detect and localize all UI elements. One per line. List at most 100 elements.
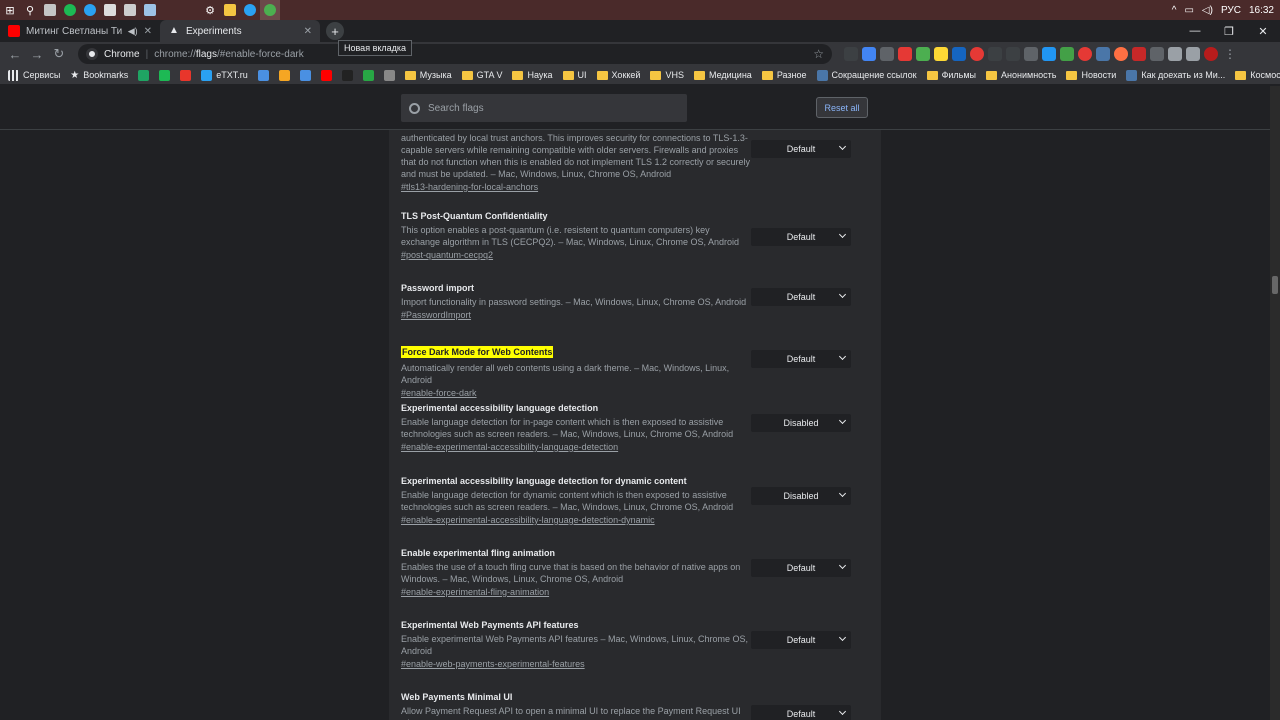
extension-icon[interactable] [970,47,984,61]
bookmark-item[interactable]: GTA V [461,70,502,80]
bookmark-item[interactable]: Сокращение ссылок [816,69,917,81]
extension-icon[interactable] [1150,47,1164,61]
flag-state-select[interactable]: Default [751,631,851,649]
speaker-icon[interactable]: ◁) [1202,5,1213,16]
address-bar[interactable]: Chrome | chrome://flags/#enable-force-da… [78,44,832,64]
translate-icon[interactable] [862,47,876,61]
app-icon[interactable] [40,0,60,20]
flag-state-select[interactable]: Default [751,288,851,306]
folder-icon[interactable] [220,0,240,20]
flag-state-select[interactable]: Default [751,705,851,720]
extension-icon[interactable] [952,47,966,61]
app-icon[interactable] [100,0,120,20]
extension-icon[interactable] [934,47,948,61]
extension-icon[interactable] [1042,47,1056,61]
gear-icon[interactable]: ⚙ [200,0,220,20]
extension-icon[interactable] [1060,47,1074,61]
bookmark-item[interactable]: Как доехать из Ми... [1126,69,1225,81]
bookmark-item[interactable]: UI [562,70,587,80]
app-icon[interactable] [120,0,140,20]
bookmark-item[interactable]: Новости [1066,70,1116,80]
flag-state-select[interactable]: Default [751,228,851,246]
bookmark-item[interactable]: Анонимность [986,70,1056,80]
bookmark-item[interactable]: Музыка [404,70,452,80]
search-flags-input[interactable] [428,102,668,114]
bookmark-item[interactable] [341,69,353,81]
forward-button[interactable]: → [26,43,48,65]
bookmark-item[interactable] [138,69,150,81]
monitor-icon[interactable] [140,0,160,20]
extension-icon[interactable] [844,47,858,61]
bookmark-item[interactable] [278,69,290,81]
bookmark-item[interactable] [257,69,269,81]
windows-start-icon[interactable]: ⊞ [0,0,20,20]
flag-permalink[interactable]: #tls13-hardening-for-local-anchors [401,180,867,194]
search-icon[interactable]: ⚲ [20,0,40,20]
page-scrollbar[interactable] [1270,86,1280,720]
chevron-up-icon[interactable]: ^ [1172,5,1177,16]
flag-permalink[interactable]: #enable-web-payments-experimental-featur… [401,657,867,671]
close-icon[interactable]: ✕ [304,26,312,37]
bookmark-item[interactable]: eTXT.ru [201,69,248,81]
bookmark-item[interactable] [362,69,374,81]
flag-permalink[interactable]: #post-quantum-cecpq2 [401,248,867,262]
extension-icon[interactable] [1114,47,1128,61]
bookmark-item[interactable]: Медицина [693,70,752,80]
bookmark-item[interactable] [383,69,395,81]
spotify-icon[interactable] [60,0,80,20]
extension-icon[interactable] [1132,47,1146,61]
extension-icon[interactable] [916,47,930,61]
clock[interactable]: 16:32 [1249,5,1274,16]
flag-state-select[interactable]: Default [751,140,851,158]
extension-icon[interactable] [1186,47,1200,61]
bookmark-item[interactable]: Космос [1235,70,1280,80]
bookmark-star-icon[interactable]: ☆ [813,47,824,61]
minimize-icon[interactable]: — [1178,25,1212,37]
extension-icon[interactable] [1006,47,1020,61]
bookmark-item[interactable] [299,69,311,81]
flag-state-select[interactable]: Disabled [751,414,851,432]
bookmark-item[interactable] [320,69,332,81]
network-icon[interactable]: ▭ [1184,5,1193,16]
telegram-icon[interactable] [240,0,260,20]
bookmark-item[interactable] [180,69,192,81]
new-tab-button[interactable]: + [326,22,344,40]
bookmark-item[interactable]: VHS [650,70,684,80]
close-icon[interactable]: ✕ [144,26,152,37]
extension-icon[interactable] [1078,47,1092,61]
telegram-icon[interactable] [80,0,100,20]
reload-button[interactable]: ↻ [48,43,70,65]
bookmark-item[interactable]: Наука [512,70,553,80]
bookmark-item[interactable]: ★ Bookmarks [70,70,128,81]
reset-all-button[interactable]: Reset all [816,97,868,118]
profile-avatar[interactable] [1204,47,1218,61]
chrome-icon[interactable] [260,0,280,20]
flag-permalink[interactable]: #enable-experimental-fling-animation [401,585,867,599]
close-window-icon[interactable]: ✕ [1246,25,1280,38]
flag-state-select[interactable]: Disabled [751,487,851,505]
bookmark-item[interactable]: Хоккей [596,70,640,80]
back-button[interactable]: ← [4,43,26,65]
audio-icon[interactable]: ◀) [128,26,138,37]
flag-permalink[interactable]: #enable-experimental-accessibility-langu… [401,513,867,527]
puzzle-icon[interactable] [1168,47,1182,61]
bookmark-item[interactable]: Фильмы [926,70,976,80]
flag-permalink[interactable]: #PasswordImport [401,308,867,322]
extension-icon[interactable] [880,47,894,61]
flag-permalink[interactable]: #enable-force-dark [401,386,867,400]
scrollbar-thumb[interactable] [1272,276,1278,294]
search-flags-box[interactable] [401,94,687,122]
language-indicator[interactable]: РУС [1221,5,1241,16]
extension-icon[interactable] [1096,47,1110,61]
maximize-icon[interactable]: ❐ [1212,25,1246,38]
extension-icon[interactable] [1024,47,1038,61]
bookmark-item[interactable] [159,69,171,81]
flag-state-select[interactable]: Default [751,350,851,368]
adblock-icon[interactable] [898,47,912,61]
menu-icon[interactable]: ⋮ [1224,47,1236,61]
flag-permalink[interactable]: #enable-experimental-accessibility-langu… [401,440,867,454]
flag-state-select[interactable]: Default [751,559,851,577]
tab-youtube[interactable]: Митинг Светланы Тихановс ◀) ✕ [0,20,160,42]
bookmark-item[interactable]: Разное [761,70,807,80]
tab-experiments[interactable]: ▲ Experiments ✕ [160,20,320,42]
